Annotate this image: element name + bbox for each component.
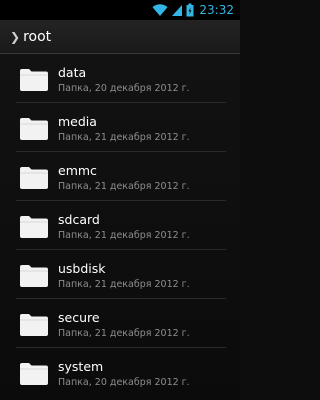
list-item[interactable]: sdcard Папка, 21 декабря 2012 г. bbox=[0, 201, 240, 249]
item-name: data bbox=[58, 65, 87, 80]
wifi-icon bbox=[152, 4, 168, 16]
list-item[interactable]: usbdisk Папка, 21 декабря 2012 г. bbox=[0, 250, 240, 298]
item-name: emmc bbox=[58, 163, 97, 178]
item-date: Папка, 20 декабря 2012 г. bbox=[58, 377, 190, 388]
folder-icon bbox=[20, 314, 48, 336]
list-item[interactable]: system Папка, 20 декабря 2012 г. bbox=[0, 348, 240, 396]
folder-icon bbox=[20, 69, 48, 91]
item-name: sdcard bbox=[58, 212, 100, 227]
item-date: Папка, 21 декабря 2012 г. bbox=[58, 132, 190, 143]
item-date: Папка, 21 декабря 2012 г. bbox=[58, 328, 190, 339]
folder-icon bbox=[20, 216, 48, 238]
signal-icon bbox=[172, 5, 183, 16]
folder-icon bbox=[20, 167, 48, 189]
chevron-right-icon: ❯ bbox=[10, 29, 21, 44]
item-name: secure bbox=[58, 310, 100, 325]
breadcrumb-path[interactable]: root bbox=[23, 29, 51, 45]
list-item[interactable]: emmc Папка, 21 декабря 2012 г. bbox=[0, 152, 240, 200]
folder-icon bbox=[20, 265, 48, 287]
folder-icon bbox=[20, 363, 48, 385]
battery-icon bbox=[186, 3, 194, 17]
list-item[interactable]: data Папка, 20 декабря 2012 г. bbox=[0, 54, 240, 102]
folder-icon bbox=[20, 118, 48, 140]
item-name: usbdisk bbox=[58, 261, 106, 276]
list-item[interactable]: media Папка, 21 декабря 2012 г. bbox=[0, 103, 240, 151]
status-clock: 23:32 bbox=[199, 3, 234, 17]
breadcrumb[interactable]: ❯ root bbox=[0, 20, 240, 54]
item-date: Папка, 21 декабря 2012 г. bbox=[58, 181, 190, 192]
item-date: Папка, 20 декабря 2012 г. bbox=[58, 83, 190, 94]
file-list: data Папка, 20 декабря 2012 г. media Пап… bbox=[0, 54, 240, 400]
item-name: media bbox=[58, 114, 97, 129]
status-bar: 23:32 bbox=[0, 0, 240, 20]
item-date: Папка, 21 декабря 2012 г. bbox=[58, 230, 190, 241]
item-name: system bbox=[58, 359, 104, 374]
list-item[interactable]: secure Папка, 21 декабря 2012 г. bbox=[0, 299, 240, 347]
item-date: Папка, 21 декабря 2012 г. bbox=[58, 279, 190, 290]
